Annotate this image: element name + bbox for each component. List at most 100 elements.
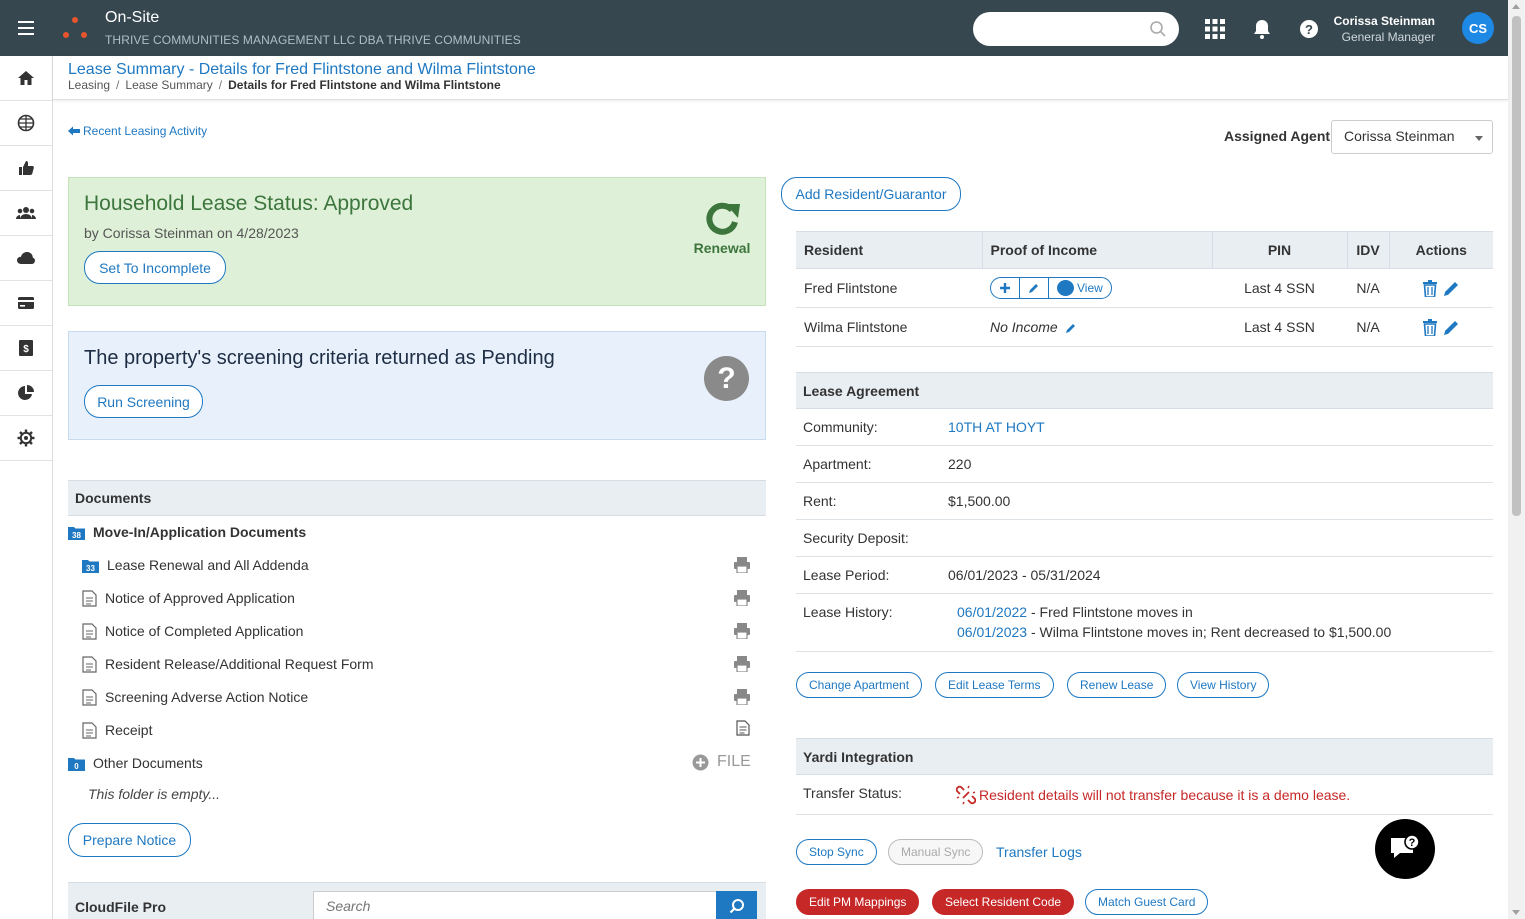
- svg-text:?: ?: [1409, 837, 1416, 849]
- back-link-label: Recent Leasing Activity: [83, 124, 208, 138]
- transfer-status-label: Transfer Status:: [803, 785, 903, 801]
- sidebar-item-payments[interactable]: [0, 281, 52, 326]
- sidebar-item-ledger[interactable]: $: [0, 326, 52, 371]
- print-icon[interactable]: [733, 689, 751, 705]
- chat-bubble-icon: ?: [1388, 834, 1422, 864]
- print-icon[interactable]: [733, 656, 751, 672]
- match-guest-card-button[interactable]: Match Guest Card: [1085, 889, 1209, 915]
- ledger-icon: $: [18, 339, 34, 357]
- transfer-logs-link[interactable]: Transfer Logs: [996, 844, 1082, 860]
- manual-sync-button[interactable]: Manual Sync: [888, 839, 984, 865]
- pencil-icon[interactable]: [1443, 319, 1460, 336]
- folder-label: Lease Renewal and All Addenda: [107, 557, 309, 573]
- menu-icon[interactable]: [16, 17, 38, 39]
- assigned-agent-label: Assigned Agent:: [1224, 128, 1335, 144]
- breadcrumb-leasing[interactable]: Leasing: [68, 78, 110, 92]
- add-file-button[interactable]: FILE: [692, 753, 751, 771]
- cloudfile-bar: CloudFile Pro: [68, 882, 766, 919]
- apps-grid-icon[interactable]: [1204, 18, 1226, 40]
- view-income-button[interactable]: 1 View: [1049, 278, 1111, 298]
- history-date-link[interactable]: 06/01/2023: [957, 624, 1027, 640]
- sidebar-item-cloud[interactable]: [0, 236, 52, 281]
- recent-leasing-activity-link[interactable]: Recent Leasing Activity: [68, 124, 207, 138]
- other-documents-folder[interactable]: 0 Other Documents: [68, 751, 203, 775]
- global-search-input[interactable]: [973, 12, 1143, 46]
- breadcrumb: Leasing / Lease Summary / Details for Fr…: [68, 78, 501, 92]
- select-resident-code-button[interactable]: Select Resident Code: [932, 889, 1075, 915]
- edit-income-button[interactable]: [1020, 278, 1049, 298]
- bell-icon[interactable]: [1251, 18, 1273, 40]
- renew-lease-button[interactable]: Renew Lease: [1067, 672, 1167, 698]
- cloudfile-search-button[interactable]: [716, 891, 757, 919]
- sidebar-item-thumbs-up[interactable]: [0, 146, 52, 191]
- scroll-thumb[interactable]: [1512, 16, 1521, 516]
- add-income-button[interactable]: [991, 278, 1020, 298]
- print-icon[interactable]: [733, 590, 751, 606]
- print-icon[interactable]: [733, 557, 751, 573]
- edit-pm-mappings-button[interactable]: Edit PM Mappings: [796, 889, 920, 915]
- renewal-icon[interactable]: [702, 200, 742, 236]
- chat-help-button[interactable]: ?: [1375, 819, 1435, 879]
- document-item[interactable]: Notice of Approved Application: [82, 586, 295, 610]
- renewal-folder[interactable]: 33 Lease Renewal and All Addenda: [82, 553, 309, 577]
- sidebar-item-globe[interactable]: [0, 101, 52, 146]
- cloudfile-search-input[interactable]: [313, 891, 717, 919]
- table-row: Wilma Flintstone No Income Last 4 SSN N/…: [796, 307, 1493, 347]
- set-to-incomplete-button[interactable]: Set To Incomplete: [84, 251, 226, 284]
- document-icon: [82, 589, 97, 607]
- user-name[interactable]: Corissa Steinman: [1285, 14, 1435, 28]
- question-mark-icon: ?: [704, 356, 749, 401]
- change-apartment-button[interactable]: Change Apartment: [796, 672, 923, 698]
- renewal-label[interactable]: Renewal: [687, 240, 757, 256]
- search-icon[interactable]: [1149, 20, 1167, 38]
- folder-label: Other Documents: [93, 755, 203, 771]
- document-item[interactable]: Resident Release/Additional Request Form: [82, 652, 373, 676]
- assigned-agent-select[interactable]: Corissa Steinman: [1331, 120, 1493, 154]
- document-item[interactable]: Notice of Completed Application: [82, 619, 303, 643]
- avatar[interactable]: CS: [1462, 12, 1494, 44]
- app-title: On-Site: [105, 9, 160, 26]
- scroll-up-arrow[interactable]: [1512, 4, 1520, 9]
- proof-of-income-cell: 1 View: [982, 268, 1212, 308]
- view-history-button[interactable]: View History: [1177, 672, 1270, 698]
- svg-text:38: 38: [72, 531, 81, 540]
- search-icon: [729, 898, 745, 914]
- apartment-value: 220: [948, 456, 972, 472]
- folder-icon: 0: [68, 756, 85, 771]
- table-row: Fred Flintstone 1 View Last 4 SSN N/A: [796, 268, 1493, 308]
- edit-lease-terms-button[interactable]: Edit Lease Terms: [935, 672, 1054, 698]
- sidebar-item-home[interactable]: [0, 56, 52, 101]
- trash-icon[interactable]: [1422, 318, 1437, 336]
- print-icon[interactable]: [733, 623, 751, 639]
- move-in-folder[interactable]: 38 Move-In/Application Documents: [68, 520, 306, 544]
- history-date-link[interactable]: 06/01/2022: [957, 604, 1027, 620]
- page-scrollbar[interactable]: [1508, 0, 1525, 919]
- pencil-icon[interactable]: [1065, 322, 1077, 334]
- transfer-status-text: Resident details will not transfer becau…: [979, 787, 1351, 803]
- documents-header: Documents: [68, 480, 766, 516]
- document-item[interactable]: Receipt: [82, 718, 152, 742]
- history-text: - Wilma Flintstone moves in; Rent decrea…: [1027, 624, 1392, 640]
- pencil-icon[interactable]: [1443, 280, 1460, 297]
- stop-sync-button[interactable]: Stop Sync: [796, 839, 877, 865]
- sidebar-item-settings[interactable]: [0, 416, 52, 461]
- document-item[interactable]: Screening Adverse Action Notice: [82, 685, 308, 709]
- globe-icon: [17, 114, 35, 132]
- document-label: Screening Adverse Action Notice: [105, 689, 309, 705]
- plus-circle-icon: [692, 754, 709, 771]
- trash-icon[interactable]: [1422, 279, 1437, 297]
- run-screening-button[interactable]: Run Screening: [84, 385, 203, 418]
- breadcrumb-lease-summary[interactable]: Lease Summary: [125, 78, 212, 92]
- sidebar-item-users[interactable]: [0, 191, 52, 236]
- cloudfile-title: CloudFile Pro: [75, 899, 166, 915]
- sidebar-item-reports[interactable]: [0, 371, 52, 416]
- receipt-icon[interactable]: [736, 720, 750, 736]
- prepare-notice-button[interactable]: Prepare Notice: [68, 823, 191, 857]
- add-resident-guarantor-button[interactable]: Add Resident/Guarantor: [781, 177, 961, 211]
- lease-status-by: by Corissa Steinman on 4/28/2023: [84, 225, 299, 241]
- document-icon: [82, 721, 97, 739]
- community-link[interactable]: 10TH AT HOYT: [948, 419, 1045, 435]
- user-role: General Manager: [1341, 30, 1435, 44]
- scroll-down-arrow[interactable]: [1512, 910, 1520, 915]
- pin-cell: Last 4 SSN: [1212, 268, 1347, 308]
